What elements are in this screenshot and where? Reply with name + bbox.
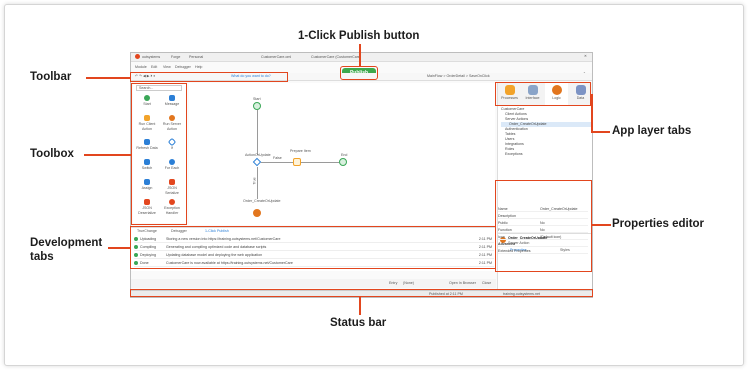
publish-leader — [359, 44, 361, 66]
close-button[interactable]: Close — [482, 281, 491, 285]
callout-development-tabs: Development tabs — [30, 236, 110, 264]
callout-toolbar: Toolbar — [30, 71, 72, 83]
menu-help[interactable]: Help — [195, 65, 202, 69]
callout-development-tabs-text: Development tabs — [30, 237, 103, 263]
flow-connector — [261, 162, 293, 163]
toolbar-highlight — [130, 72, 288, 82]
dev-tabs-leader — [108, 247, 130, 249]
flow-canvas[interactable]: Start ActionOrUpdate False Prepare Item … — [189, 83, 495, 225]
window-tab[interactable]: Personal — [189, 55, 203, 59]
close-icon[interactable]: ✕ — [584, 54, 587, 58]
callout-app-layer-tabs: App layer tabs — [612, 125, 692, 137]
layer-tabs-highlight — [495, 82, 591, 106]
flow-end-node[interactable] — [339, 158, 347, 166]
callout-properties-editor: Properties editor — [612, 218, 705, 230]
status-bar-leader — [359, 297, 361, 315]
flow-connector — [256, 167, 258, 199]
publish-action-bar: Entry (None) Open In Browser Close — [131, 279, 496, 288]
callout-status-bar: Status bar — [330, 317, 387, 329]
window-tab[interactable]: CustomerCare (CustomerCare) — [311, 55, 361, 59]
publish-highlight — [340, 66, 378, 80]
menu-debugger[interactable]: Debugger — [175, 65, 191, 69]
flow-prepare-node[interactable] — [293, 158, 301, 166]
flow-false-label: False — [273, 156, 282, 160]
open-browser-button[interactable]: Open In Browser — [449, 281, 476, 285]
toolbar-leader — [86, 77, 130, 79]
menu-view[interactable]: View — [163, 65, 171, 69]
properties-leader — [592, 224, 611, 226]
flow-if-node[interactable] — [252, 157, 262, 167]
flow-update-label: Order_CreateOrUpdate — [243, 199, 281, 203]
flow-start-label: Start — [253, 97, 261, 101]
properties-highlight — [495, 180, 592, 272]
flow-true-label: True — [252, 177, 257, 185]
callout-publish: 1-Click Publish button — [298, 30, 420, 42]
callout-toolbox: Toolbox — [30, 148, 74, 160]
flow-connector — [301, 162, 339, 163]
menu-module[interactable]: Module — [135, 65, 147, 69]
window-tab[interactable]: Forge — [171, 55, 180, 59]
tree-item[interactable]: Exceptions — [501, 152, 591, 157]
status-bar-highlight — [130, 289, 593, 297]
layer-tabs-leader-v — [591, 94, 593, 131]
flow-end-label: End — [341, 153, 348, 157]
brand-logo — [135, 54, 140, 59]
module-tree: CustomerCare Client Actions Server Actio… — [501, 107, 591, 157]
toolbox-leader — [84, 154, 131, 156]
toolbox-highlight — [131, 83, 187, 225]
entry-select[interactable]: (None) — [403, 281, 414, 285]
breadcrumb[interactable]: MainFlow > OrderDetail > SaveOnClick — [427, 74, 490, 78]
flow-update-node[interactable] — [253, 209, 261, 217]
title-bar: outsystems Forge Personal CustomerCare.o… — [131, 53, 592, 62]
entry-label: Entry — [389, 281, 398, 285]
menu-edit[interactable]: Edit — [151, 65, 157, 69]
window-tab[interactable]: CustomerCare.oml — [261, 55, 291, 59]
flow-connector — [256, 110, 258, 155]
flow-if-label: ActionOrUpdate — [245, 153, 271, 157]
flow-start-node[interactable] — [253, 102, 261, 110]
layer-tabs-leader — [591, 131, 610, 133]
flow-prepare-label: Prepare Item — [290, 149, 311, 153]
brand-name: outsystems — [142, 55, 161, 59]
dev-tabs-highlight — [130, 226, 496, 269]
